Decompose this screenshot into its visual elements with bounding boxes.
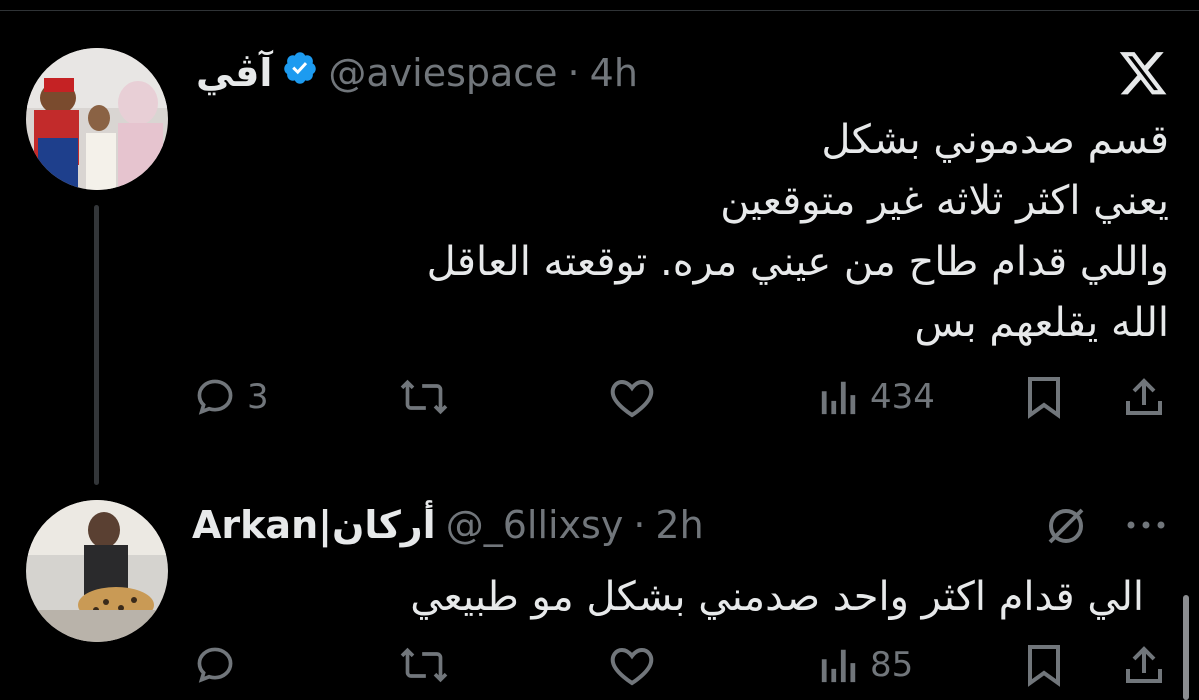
reply-icon [197, 379, 233, 415]
tweet1-text: قسم صدموني بشكل يعني اكثر ثلاثه غير متوق… [427, 110, 1169, 354]
display-name[interactable]: Arkan|أركان [192, 503, 436, 547]
views-button[interactable]: 434 [818, 375, 935, 419]
avatar[interactable] [26, 48, 168, 190]
reply-button[interactable] [193, 643, 237, 687]
like-button[interactable] [608, 375, 656, 419]
tweet2-header: Arkan|أركان @_6llixsy · 2h [192, 503, 704, 547]
more-icon[interactable] [1124, 515, 1168, 539]
display-name[interactable]: آڤي [196, 51, 272, 95]
view-count: 85 [870, 645, 914, 685]
tweet-line: واللي قدام طاح من عيني مره. توقعته العاق… [426, 239, 1169, 285]
timestamp[interactable]: 2h [655, 503, 703, 547]
x-logo-icon[interactable] [1117, 52, 1169, 104]
bookmark-icon [1028, 645, 1060, 687]
timestamp[interactable]: 4h [590, 51, 638, 95]
thread-line [94, 205, 99, 485]
share-icon [1126, 646, 1162, 683]
bookmark-icon [1028, 377, 1060, 419]
views-icon [821, 649, 856, 683]
separator-dot: · [567, 50, 580, 95]
share-button[interactable] [1122, 643, 1166, 687]
tweet-line: يعني اكثر ثلاثه غير متوقعين [720, 178, 1169, 224]
top-divider [0, 10, 1199, 11]
retweet-icon [400, 379, 448, 415]
bookmark-button[interactable] [1024, 643, 1064, 687]
share-icon [1126, 378, 1162, 415]
tweet-line: قسم صدموني بشكل [821, 117, 1169, 163]
like-icon [610, 379, 654, 418]
views-icon [821, 381, 856, 415]
like-button[interactable] [608, 643, 656, 687]
scrollbar[interactable] [1183, 595, 1189, 700]
like-icon [610, 647, 654, 686]
handle[interactable]: @_6llixsy [446, 503, 624, 547]
tweet2-text: الي قدام اكثر واحد صدمني بشكل مو طبيعي [410, 567, 1144, 628]
avatar[interactable] [26, 500, 168, 642]
tweet2-actions: 85 [0, 643, 1199, 693]
bookmark-button[interactable] [1024, 375, 1064, 419]
retweet-button[interactable] [398, 643, 450, 687]
separator-dot: · [633, 503, 646, 547]
reply-button[interactable]: 3 [193, 375, 269, 419]
tweet-line: الي قدام اكثر واحد صدمني بشكل مو طبيعي [410, 574, 1144, 620]
tweet1-actions: 3 434 [0, 375, 1199, 425]
verified-icon [282, 50, 318, 95]
share-button[interactable] [1122, 375, 1166, 419]
grok-icon[interactable] [1042, 502, 1090, 554]
retweet-icon [400, 647, 448, 683]
views-button[interactable]: 85 [818, 643, 913, 687]
tweet1-header: آڤي @aviespace · 4h [196, 50, 638, 95]
reply-count: 3 [247, 377, 269, 417]
tweet-line: الله يقلعهم بس [914, 300, 1169, 346]
reply-icon [197, 647, 233, 683]
retweet-button[interactable] [398, 375, 450, 419]
handle[interactable]: @aviespace [328, 51, 557, 95]
view-count: 434 [870, 377, 935, 417]
